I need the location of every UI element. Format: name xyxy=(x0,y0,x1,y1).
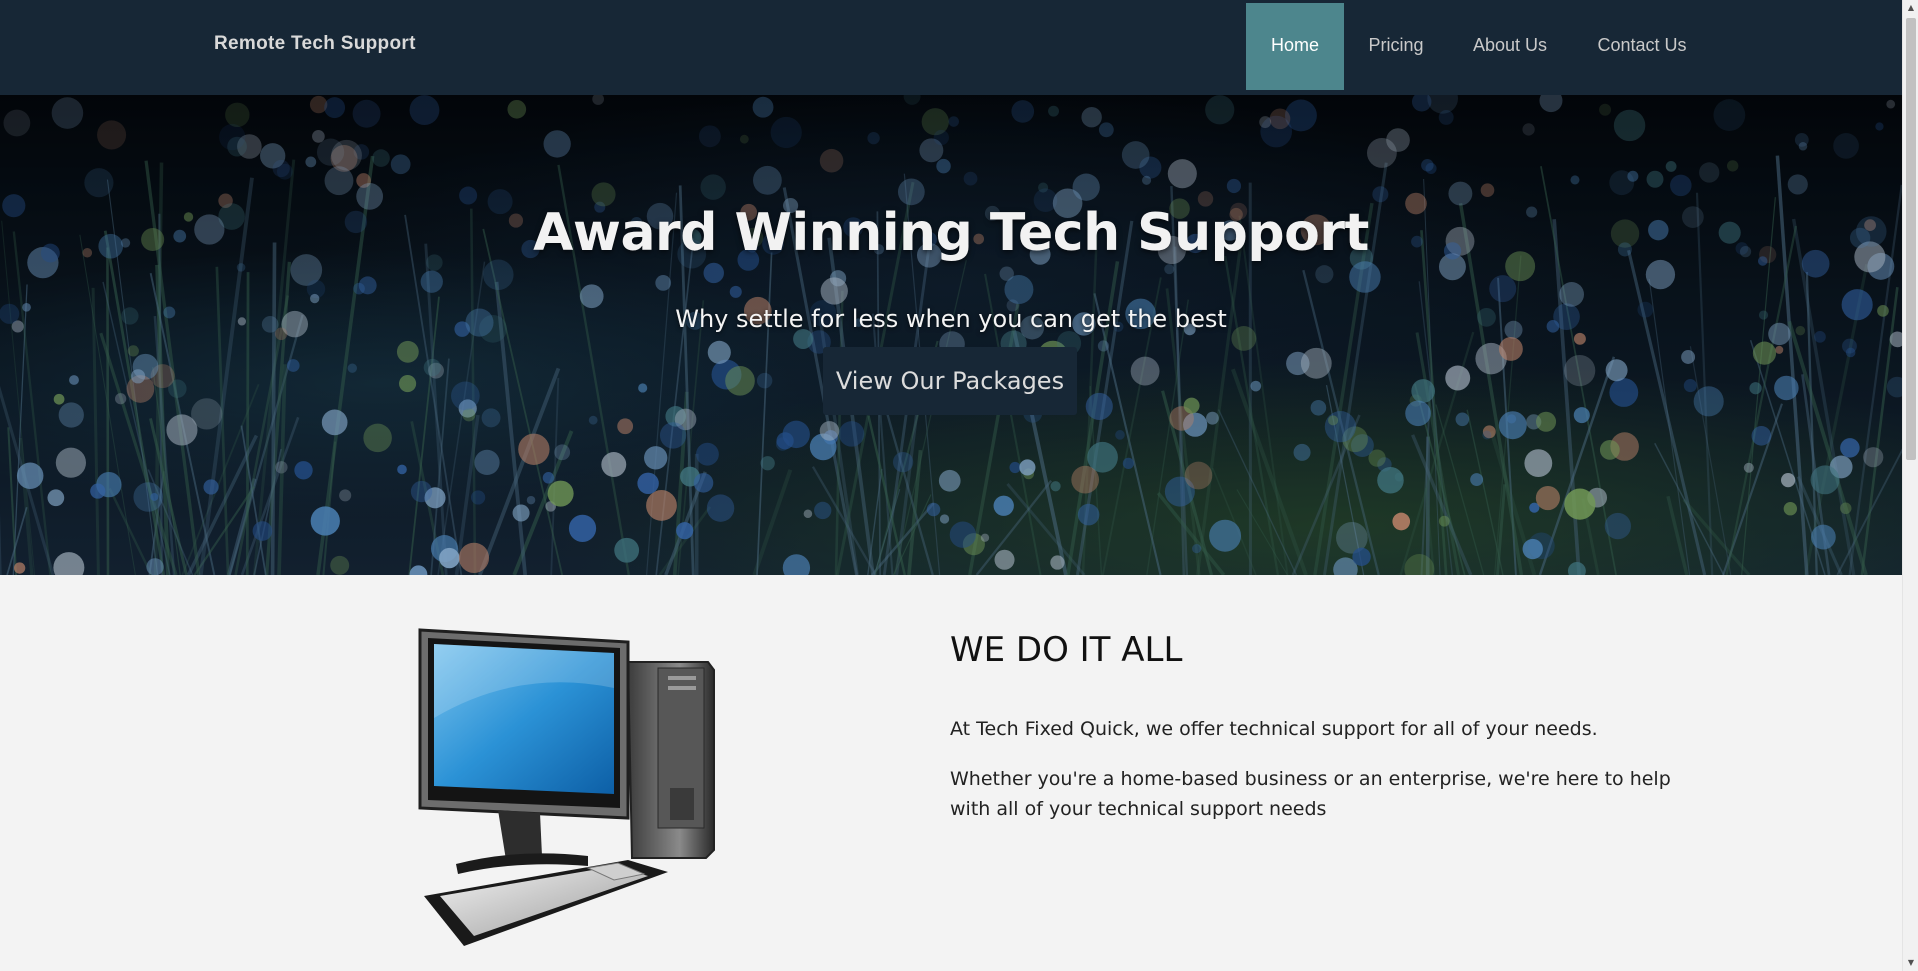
scroll-up-arrow-icon[interactable]: ▲ xyxy=(1903,0,1918,16)
nav-about-us[interactable]: About Us xyxy=(1460,3,1560,90)
scrollbar-thumb[interactable] xyxy=(1906,18,1916,460)
scroll-down-arrow-icon[interactable]: ▼ xyxy=(1903,955,1918,971)
intro-paragraph-1: At Tech Fixed Quick, we offer technical … xyxy=(950,718,1598,740)
nav-contact-us[interactable]: Contact Us xyxy=(1590,3,1694,90)
hero-banner: Award Winning Tech Support Why settle fo… xyxy=(0,95,1902,575)
section-heading: WE DO IT ALL xyxy=(950,630,1183,670)
hero-title: Award Winning Tech Support xyxy=(533,203,1369,263)
view-packages-button[interactable]: View Our Packages xyxy=(823,347,1077,415)
intro-paragraph-2: Whether you're a home-based business or … xyxy=(950,768,1671,820)
brand-logo-text[interactable]: Remote Tech Support xyxy=(214,33,416,55)
desktop-computer-icon xyxy=(418,628,715,946)
hero-subtitle: Why settle for less when you can get the… xyxy=(675,305,1227,333)
fiber-optic-background xyxy=(0,95,1902,575)
nav-home[interactable]: Home xyxy=(1246,3,1344,90)
page-scrollbar[interactable]: ▲ ▼ xyxy=(1902,0,1918,971)
nav-pricing[interactable]: Pricing xyxy=(1358,3,1434,90)
top-navbar: Remote Tech Support Home Pricing About U… xyxy=(0,0,1902,95)
